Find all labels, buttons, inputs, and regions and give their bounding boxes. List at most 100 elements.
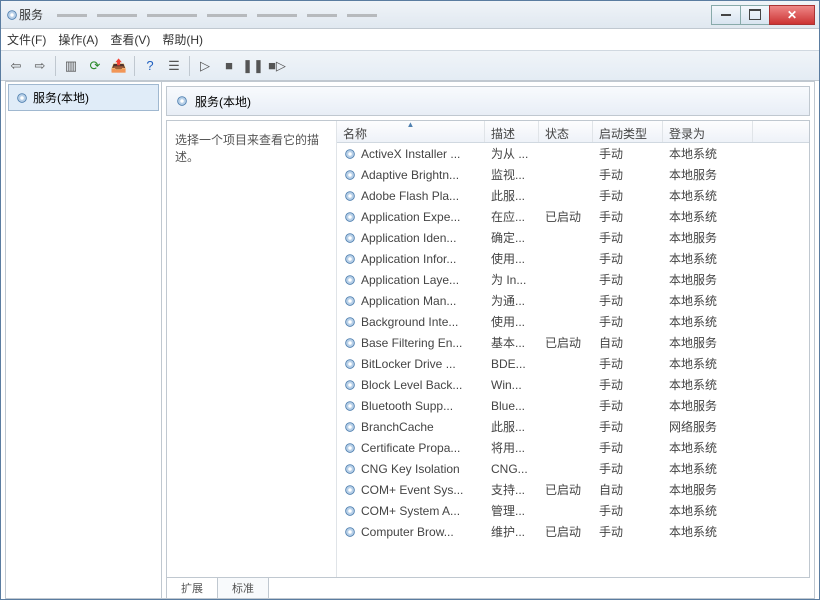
service-logon: 本地服务 (663, 481, 753, 498)
service-name: Block Level Back... (361, 378, 462, 392)
col-name[interactable]: 名称 (337, 121, 485, 142)
service-name: Base Filtering En... (361, 336, 462, 350)
service-row[interactable]: Application Infor...使用...手动本地系统 (337, 248, 809, 269)
menu-file[interactable]: 文件(F) (7, 31, 46, 48)
service-row[interactable]: BranchCache此服...手动网络服务 (337, 416, 809, 437)
service-name: Application Infor... (361, 252, 456, 266)
service-row[interactable]: ActiveX Installer ...为从 ...手动本地系统 (337, 143, 809, 164)
service-desc: 监视... (485, 166, 539, 183)
service-row[interactable]: Application Man...为通...手动本地系统 (337, 290, 809, 311)
service-name: Certificate Propa... (361, 441, 460, 455)
service-desc: Blue... (485, 399, 539, 413)
pause-button[interactable]: ❚❚ (242, 55, 264, 77)
service-desc: 将用... (485, 439, 539, 456)
service-name: Application Man... (361, 294, 456, 308)
service-name: Application Expe... (361, 210, 460, 224)
forward-button[interactable]: ⇨ (29, 55, 51, 77)
service-row[interactable]: COM+ System A...管理...手动本地系统 (337, 500, 809, 521)
toolbar: ⇦ ⇨ ▥ ⟳ 📤 ? ☰ ▷ ■ ❚❚ ■▷ (1, 51, 819, 81)
tree-root-label: 服务(本地) (33, 89, 89, 106)
service-row[interactable]: Background Inte...使用...手动本地系统 (337, 311, 809, 332)
export-button[interactable]: 📤 (108, 55, 130, 77)
service-desc: 基本... (485, 334, 539, 351)
column-headers: 名称 描述 状态 启动类型 登录为 (337, 121, 809, 143)
menu-help[interactable]: 帮助(H) (162, 31, 203, 48)
service-logon: 本地系统 (663, 208, 753, 225)
start-button[interactable]: ▷ (194, 55, 216, 77)
service-logon: 本地服务 (663, 397, 753, 414)
gear-icon (343, 483, 357, 497)
service-row[interactable]: Application Laye...为 In...手动本地服务 (337, 269, 809, 290)
gear-icon (343, 357, 357, 371)
gear-icon (343, 420, 357, 434)
service-startup: 手动 (593, 439, 663, 456)
services-window: 服务 ▬▬▬▬▬▬▬▬▬▬▬▬▬▬▬▬▬▬▬▬▬▬▬▬▬▬ 文件(F) 操作(A… (0, 0, 820, 600)
service-row[interactable]: Base Filtering En...基本...已启动自动本地服务 (337, 332, 809, 353)
service-startup: 手动 (593, 250, 663, 267)
back-button[interactable]: ⇦ (5, 55, 27, 77)
service-row[interactable]: Adaptive Brightn...监视...手动本地服务 (337, 164, 809, 185)
gear-icon (343, 231, 357, 245)
service-row[interactable]: COM+ Event Sys...支持...已启动自动本地服务 (337, 479, 809, 500)
pane-header: 服务(本地) (166, 86, 810, 116)
service-status: 已启动 (539, 523, 593, 540)
service-logon: 本地系统 (663, 292, 753, 309)
gear-icon (343, 462, 357, 476)
pane-title: 服务(本地) (195, 93, 251, 110)
gear-icon (343, 189, 357, 203)
service-status: 已启动 (539, 208, 593, 225)
titlebar[interactable]: 服务 ▬▬▬▬▬▬▬▬▬▬▬▬▬▬▬▬▬▬▬▬▬▬▬▬▬▬ (1, 1, 819, 29)
service-logon: 本地服务 (663, 166, 753, 183)
close-button[interactable] (769, 5, 815, 25)
restart-button[interactable]: ■▷ (266, 55, 288, 77)
gear-icon (343, 504, 357, 518)
minimize-button[interactable] (711, 5, 741, 25)
service-row[interactable]: Certificate Propa...将用...手动本地系统 (337, 437, 809, 458)
service-row[interactable]: Block Level Back...Win...手动本地系统 (337, 374, 809, 395)
menu-view[interactable]: 查看(V) (110, 31, 150, 48)
service-name: COM+ System A... (361, 504, 460, 518)
service-row[interactable]: Application Iden...确定...手动本地服务 (337, 227, 809, 248)
refresh-button[interactable]: ⟳ (84, 55, 106, 77)
col-desc[interactable]: 描述 (485, 121, 539, 142)
service-row[interactable]: Computer Brow...维护...已启动手动本地系统 (337, 521, 809, 542)
maximize-button[interactable] (740, 5, 770, 25)
help-button[interactable]: ? (139, 55, 161, 77)
service-row[interactable]: Application Expe...在应...已启动手动本地系统 (337, 206, 809, 227)
gear-icon (343, 378, 357, 392)
service-name: Computer Brow... (361, 525, 454, 539)
service-desc: 此服... (485, 187, 539, 204)
service-name: Adaptive Brightn... (361, 168, 459, 182)
service-startup: 自动 (593, 334, 663, 351)
service-name: BranchCache (361, 420, 434, 434)
stop-button[interactable]: ■ (218, 55, 240, 77)
properties-button[interactable]: ☰ (163, 55, 185, 77)
menu-action[interactable]: 操作(A) (58, 31, 98, 48)
col-startup[interactable]: 启动类型 (593, 121, 663, 142)
service-row[interactable]: CNG Key IsolationCNG...手动本地系统 (337, 458, 809, 479)
col-logon[interactable]: 登录为 (663, 121, 753, 142)
tree-root-item[interactable]: 服务(本地) (8, 84, 159, 111)
service-row[interactable]: BitLocker Drive ...BDE...手动本地系统 (337, 353, 809, 374)
tab-extended[interactable]: 扩展 (166, 578, 218, 599)
service-status: 已启动 (539, 481, 593, 498)
show-hide-tree-button[interactable]: ▥ (60, 55, 82, 77)
service-logon: 本地系统 (663, 460, 753, 477)
service-startup: 手动 (593, 145, 663, 162)
service-name: Bluetooth Supp... (361, 399, 453, 413)
service-startup: 自动 (593, 481, 663, 498)
service-logon: 本地系统 (663, 145, 753, 162)
service-desc: 为从 ... (485, 145, 539, 162)
col-status[interactable]: 状态 (539, 121, 593, 142)
service-name: BitLocker Drive ... (361, 357, 456, 371)
gear-icon (343, 147, 357, 161)
service-startup: 手动 (593, 292, 663, 309)
service-row[interactable]: Bluetooth Supp...Blue...手动本地服务 (337, 395, 809, 416)
service-desc: Win... (485, 378, 539, 392)
rows-container[interactable]: ActiveX Installer ...为从 ...手动本地系统Adaptiv… (337, 143, 809, 577)
service-row[interactable]: Adobe Flash Pla...此服...手动本地系统 (337, 185, 809, 206)
tab-standard[interactable]: 标准 (217, 578, 269, 599)
service-name: Adobe Flash Pla... (361, 189, 459, 203)
service-startup: 手动 (593, 460, 663, 477)
gear-icon (343, 315, 357, 329)
